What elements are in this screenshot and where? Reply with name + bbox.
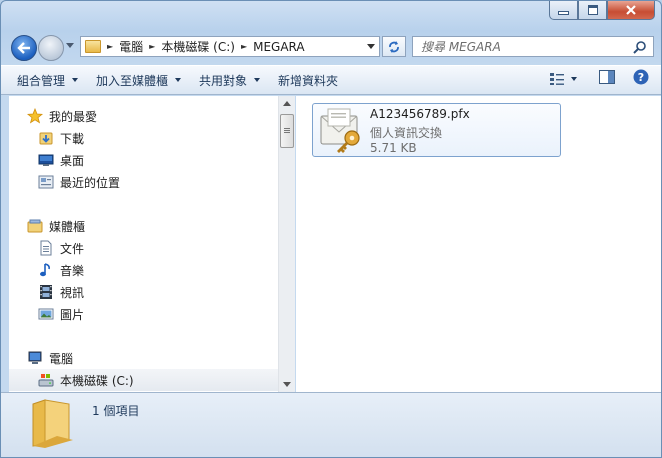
share-with-menu[interactable]: 共用對象 — [190, 68, 269, 92]
recent-places-icon — [38, 174, 54, 190]
close-button[interactable] — [607, 1, 655, 20]
preview-pane-icon — [599, 70, 615, 84]
document-icon — [38, 240, 54, 256]
nav-item-recent-places[interactable]: 最近的位置 — [9, 171, 278, 193]
view-options-icon — [550, 72, 564, 85]
nav-item-music[interactable]: 音樂 — [9, 259, 278, 281]
help-icon: ? — [633, 69, 649, 85]
nav-item-videos[interactable]: 視訊 — [9, 281, 278, 303]
breadcrumb-megara[interactable]: MEGARA — [249, 37, 309, 56]
breadcrumb-separator-icon[interactable]: ► — [239, 42, 249, 51]
address-bar[interactable]: ► 電腦 ► 本機磁碟 (C:) ► MEGARA — [80, 36, 380, 57]
video-icon — [38, 284, 54, 300]
nav-libraries[interactable]: 媒體櫃 — [9, 215, 278, 237]
nav-item-pictures-label: 圖片 — [60, 307, 85, 322]
help-button[interactable]: ? — [633, 69, 649, 88]
new-folder-label: 新增資料夾 — [278, 73, 339, 88]
nav-libraries-label: 媒體櫃 — [49, 219, 86, 234]
certificate-key-icon — [320, 108, 360, 153]
downloads-folder-icon — [38, 130, 54, 146]
navigation-scrollbar[interactable] — [278, 96, 295, 392]
search-input[interactable]: 搜尋 MEGARA — [413, 38, 633, 55]
explorer-window: ► 電腦 ► 本機磁碟 (C:) ► MEGARA 搜尋 MEGARA 組合管理… — [0, 0, 662, 458]
nav-item-downloads[interactable]: 下載 — [9, 127, 278, 149]
folder-icon — [32, 399, 73, 448]
nav-item-videos-label: 視訊 — [60, 285, 85, 300]
address-dropdown-icon[interactable] — [367, 44, 375, 49]
arrow-left-icon — [17, 42, 30, 54]
search-box[interactable]: 搜尋 MEGARA — [412, 36, 654, 57]
star-icon — [27, 108, 43, 124]
maximize-icon — [587, 5, 598, 15]
breadcrumb-local-disk[interactable]: 本機磁碟 (C:) — [157, 37, 239, 56]
include-in-library-menu[interactable]: 加入至媒體櫃 — [87, 68, 190, 92]
maximize-button[interactable] — [578, 1, 607, 20]
minimize-button[interactable] — [549, 1, 578, 20]
nav-item-downloads-label: 下載 — [60, 131, 85, 146]
organize-menu[interactable]: 組合管理 — [1, 68, 87, 92]
file-list-pane[interactable]: A123456789.pfx 個人資訊交換 5.71 KB — [296, 96, 661, 392]
item-count: 1 個項目 — [92, 404, 140, 418]
command-bar: 組合管理 加入至媒體櫃 共用對象 新增資料夾 ? — [1, 65, 661, 95]
svg-text:?: ? — [638, 71, 644, 84]
breadcrumb-separator-icon[interactable]: ► — [147, 42, 157, 51]
caption-buttons — [549, 1, 655, 21]
scroll-thumb[interactable] — [280, 114, 294, 148]
back-button[interactable] — [11, 35, 37, 61]
file-item[interactable]: A123456789.pfx 個人資訊交換 5.71 KB — [312, 103, 561, 157]
folder-icon — [85, 40, 101, 53]
title-bar[interactable] — [1, 1, 661, 29]
caret-down-icon[interactable] — [571, 76, 577, 81]
drive-icon — [38, 372, 54, 388]
nav-item-recent-places-label: 最近的位置 — [60, 175, 121, 190]
breadcrumb-separator-icon[interactable]: ► — [105, 42, 115, 51]
share-label: 共用對象 — [199, 73, 248, 88]
file-name: A123456789.pfx — [370, 107, 470, 121]
details-pane: 1 個項目 — [1, 392, 661, 457]
forward-button[interactable] — [38, 35, 64, 61]
nav-item-desktop-label: 桌面 — [60, 153, 85, 168]
refresh-icon — [389, 40, 399, 53]
breadcrumb-computer[interactable]: 電腦 — [115, 37, 147, 56]
desktop-icon — [38, 152, 54, 168]
scroll-down-icon[interactable] — [283, 382, 291, 387]
nav-item-desktop[interactable]: 桌面 — [9, 149, 278, 171]
refresh-button[interactable] — [382, 36, 406, 57]
search-icon[interactable] — [633, 40, 647, 54]
libraries-icon — [27, 218, 43, 234]
change-view-button[interactable] — [549, 72, 577, 86]
nav-computer[interactable]: 電腦 — [9, 347, 278, 369]
include-label: 加入至媒體櫃 — [96, 73, 169, 88]
minimize-icon — [558, 11, 569, 15]
navigation-row: ► 電腦 ► 本機磁碟 (C:) ► MEGARA 搜尋 MEGARA — [1, 33, 661, 61]
new-folder-button[interactable]: 新增資料夾 — [269, 68, 347, 92]
nav-item-music-label: 音樂 — [60, 263, 85, 278]
caret-down-icon — [72, 78, 79, 82]
picture-icon — [38, 306, 54, 322]
nav-item-documents-label: 文件 — [60, 241, 85, 256]
computer-icon — [27, 350, 43, 366]
nav-item-pictures[interactable]: 圖片 — [9, 303, 278, 325]
organize-label: 組合管理 — [17, 73, 66, 88]
music-icon — [38, 262, 54, 278]
nav-computer-label: 電腦 — [49, 351, 74, 366]
preview-pane-button[interactable] — [599, 70, 615, 87]
recent-pages-dropdown-icon[interactable] — [66, 43, 74, 48]
caret-down-icon — [175, 78, 182, 82]
file-size: 5.71 KB — [370, 141, 417, 155]
scroll-up-icon[interactable] — [283, 101, 291, 106]
caret-down-icon — [254, 78, 261, 82]
nav-item-documents[interactable]: 文件 — [9, 237, 278, 259]
command-bar-right: ? — [549, 69, 649, 88]
close-icon — [626, 5, 636, 15]
nav-item-local-disk[interactable]: 本機磁碟 (C:) — [9, 369, 278, 391]
nav-favorites[interactable]: 我的最愛 — [9, 105, 278, 127]
navigation-pane[interactable]: 我的最愛 下載 桌面 最近的位置 媒體櫃 文件 音樂 視訊 圖片 電腦 本機磁碟… — [9, 96, 278, 392]
nav-favorites-label: 我的最愛 — [49, 109, 98, 124]
nav-item-local-disk-label: 本機磁碟 (C:) — [60, 373, 134, 388]
file-type: 個人資訊交換 — [370, 126, 443, 140]
